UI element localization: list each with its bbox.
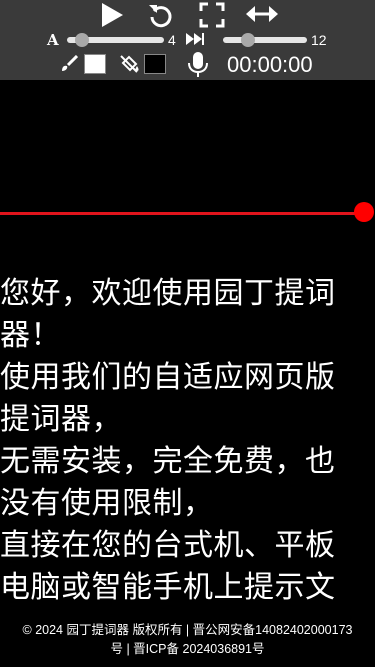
timer: 00:00:00 [227,52,313,77]
footer-icp: 号 | 晋ICP备 2024036891号 [110,642,265,656]
paint-bucket-icon [120,55,139,73]
toolbar: A 4 12 00:00:00 [0,0,375,80]
speed-slider[interactable] [223,33,307,47]
bg-color-swatch[interactable] [144,54,166,74]
text-color-swatch[interactable] [84,54,106,74]
play-icon[interactable] [99,2,125,28]
font-size-icon: A [47,31,59,49]
speed-value: 12 [311,32,327,48]
prompter-stage[interactable]: 您好，欢迎使用园丁提词器！ 使用我们的自适应网页版提词器， 无需安装，完全免费，… [0,80,375,617]
reading-guide-line [0,212,362,215]
script-line: 直接在您的台式机、平板电脑或智能手机上提示文 [0,528,336,605]
script-line: 使用我们的自适应网页版提词器， [0,360,336,437]
brush-icon [62,55,78,71]
restart-icon[interactable] [147,1,175,29]
script-line: 您好，欢迎使用园丁提词器！ [0,276,336,353]
fullscreen-icon[interactable] [199,2,225,28]
speed-slider-thumb[interactable] [240,33,255,47]
footer-copyright: © 2024 园丁提词器 版权所有 | 晋公网安备14082402000173 [22,623,353,637]
mirror-icon[interactable] [246,3,278,25]
font-size-value: 4 [168,32,176,48]
prompter-script: 您好，欢迎使用园丁提词器！ 使用我们的自适应网页版提词器， 无需安装，完全免费，… [0,273,360,609]
reading-guide-handle[interactable] [354,202,374,222]
speed-icon [186,33,204,45]
footer: © 2024 园丁提词器 版权所有 | 晋公网安备14082402000173 … [0,617,375,667]
microphone-icon[interactable] [187,51,209,79]
script-line: 无需安装，完全免费，也没有使用限制， [0,444,336,521]
font-size-slider-thumb[interactable] [75,33,90,47]
font-size-slider[interactable] [67,33,164,47]
